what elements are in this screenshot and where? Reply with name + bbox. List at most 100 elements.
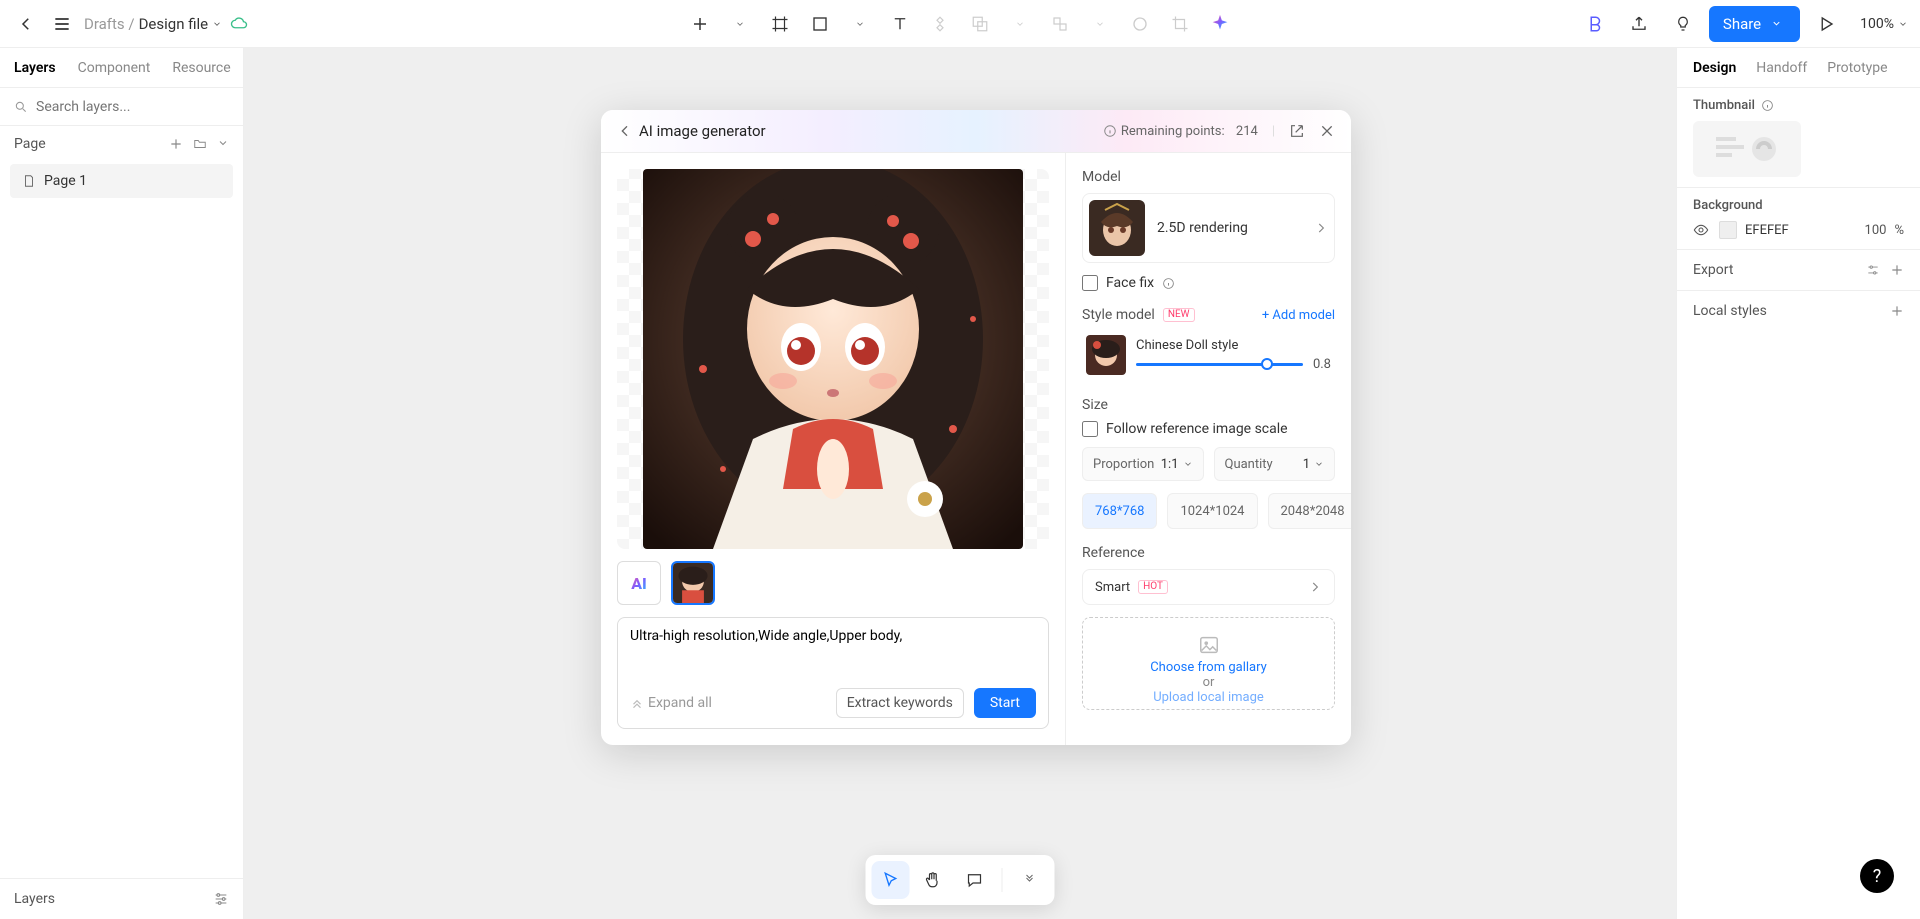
search-input[interactable] bbox=[36, 99, 229, 115]
pages-collapse-button[interactable] bbox=[217, 137, 229, 151]
bulb-icon-button[interactable] bbox=[1665, 6, 1701, 42]
frame-tool[interactable] bbox=[762, 6, 798, 42]
ai-generator-modal: AI image generator Remaining points: 214… bbox=[601, 110, 1351, 745]
thumbnail-section: Thumbnail bbox=[1677, 88, 1920, 188]
add-model-button[interactable]: + Add model bbox=[1262, 308, 1335, 323]
hand-tool[interactable] bbox=[914, 861, 952, 899]
info-icon bbox=[1761, 99, 1774, 112]
tab-design[interactable]: Design bbox=[1693, 60, 1736, 76]
popout-button[interactable] bbox=[1289, 123, 1305, 139]
layers-label: Layers bbox=[14, 891, 55, 907]
start-button[interactable]: Start bbox=[974, 688, 1036, 718]
style-weight-value: 0.8 bbox=[1313, 357, 1331, 372]
help-button[interactable]: ? bbox=[1860, 859, 1894, 893]
tab-component[interactable]: Component bbox=[78, 60, 151, 76]
visibility-toggle[interactable] bbox=[1693, 222, 1709, 238]
more-tools-dropdown[interactable] bbox=[1011, 861, 1049, 899]
layers-settings-button[interactable] bbox=[213, 891, 229, 907]
tab-handoff[interactable]: Handoff bbox=[1756, 60, 1807, 76]
chevron-down-icon bbox=[855, 19, 865, 29]
mask-tool-dropdown bbox=[1082, 6, 1118, 42]
upload-local-link[interactable]: Upload local image bbox=[1093, 690, 1324, 705]
export-settings-button[interactable] bbox=[1866, 263, 1880, 277]
style-weight-slider[interactable] bbox=[1136, 363, 1303, 366]
tab-resource[interactable]: Resource bbox=[172, 60, 230, 76]
shape-tool-dropdown[interactable] bbox=[842, 6, 878, 42]
zoom-dropdown[interactable]: 100% bbox=[1860, 16, 1908, 32]
model-name: 2.5D rendering bbox=[1157, 220, 1302, 236]
thumb-ai-blank[interactable]: AI bbox=[617, 561, 661, 605]
new-badge: NEW bbox=[1163, 308, 1195, 322]
share-icon-button[interactable] bbox=[1621, 6, 1657, 42]
file-name-dropdown[interactable]: Design file bbox=[139, 15, 209, 33]
zoom-value: 100% bbox=[1860, 16, 1894, 32]
layer-search[interactable] bbox=[0, 88, 243, 126]
boolean-tool-dropdown bbox=[1002, 6, 1038, 42]
thumb-generated-selected[interactable] bbox=[671, 561, 715, 605]
chevron-down-icon bbox=[735, 19, 745, 29]
reference-mode-select[interactable]: Smart HOT bbox=[1082, 569, 1335, 605]
ai-tool[interactable] bbox=[1202, 6, 1238, 42]
modal-back-button[interactable] bbox=[617, 123, 633, 139]
face-fix-checkbox[interactable]: Face fix bbox=[1082, 275, 1335, 291]
add-tool-dropdown[interactable] bbox=[722, 6, 758, 42]
chevron-down-icon bbox=[1183, 459, 1193, 469]
page-item[interactable]: Page 1 bbox=[10, 164, 233, 198]
add-local-style-button[interactable] bbox=[1890, 304, 1904, 318]
proportion-select[interactable]: Proportion 1:1 bbox=[1082, 447, 1204, 481]
bg-color-swatch[interactable] bbox=[1719, 221, 1737, 239]
pages-folder-icon[interactable] bbox=[193, 137, 207, 151]
reference-dropzone[interactable]: Choose from gallary or Upload local imag… bbox=[1082, 617, 1335, 710]
sliders-icon bbox=[1866, 263, 1880, 277]
cursor-tool[interactable] bbox=[872, 861, 910, 899]
add-page-button[interactable] bbox=[169, 137, 183, 151]
breadcrumb-prefix: Drafts / bbox=[84, 15, 135, 33]
quantity-select[interactable]: Quantity 1 bbox=[1214, 447, 1336, 481]
expand-all-button[interactable]: Expand all bbox=[630, 695, 712, 711]
modal-header: AI image generator Remaining points: 214… bbox=[601, 110, 1351, 153]
prompt-textarea[interactable] bbox=[630, 628, 1036, 682]
bottom-toolbar bbox=[866, 855, 1055, 905]
size-section-label: Size bbox=[1082, 397, 1335, 413]
crop-tool-disabled bbox=[1162, 6, 1198, 42]
chevron-down-icon bbox=[212, 19, 222, 29]
extract-keywords-button[interactable]: Extract keywords bbox=[836, 688, 964, 718]
tab-prototype[interactable]: Prototype bbox=[1827, 60, 1887, 76]
menu-button[interactable] bbox=[48, 10, 76, 38]
size-chip-2048[interactable]: 2048*2048 bbox=[1268, 493, 1352, 529]
generated-image bbox=[643, 169, 1023, 549]
add-tool[interactable] bbox=[682, 6, 718, 42]
or-text: or bbox=[1093, 675, 1324, 690]
bg-hex-value[interactable]: EFEFEF bbox=[1745, 223, 1857, 238]
tab-layers[interactable]: Layers bbox=[14, 60, 56, 76]
back-button[interactable] bbox=[12, 10, 40, 38]
shape-tool[interactable] bbox=[802, 6, 838, 42]
text-tool[interactable] bbox=[882, 6, 918, 42]
local-styles-label: Local styles bbox=[1693, 303, 1767, 319]
bg-opacity-value[interactable]: 100 bbox=[1865, 223, 1887, 238]
model-selector[interactable]: 2.5D rendering bbox=[1082, 193, 1335, 263]
style-model-row: Chinese Doll style 0.8 bbox=[1082, 331, 1335, 379]
pages-header: Page bbox=[0, 126, 243, 162]
add-export-button[interactable] bbox=[1890, 263, 1904, 277]
chevron-left-icon bbox=[617, 123, 633, 139]
follow-scale-checkbox[interactable]: Follow reference image scale bbox=[1082, 421, 1335, 437]
topbar-right: Share 100% bbox=[1577, 6, 1908, 42]
thumbnail-preview[interactable] bbox=[1693, 121, 1801, 177]
right-panel-tabs: Design Handoff Prototype bbox=[1677, 48, 1920, 88]
sliders-icon bbox=[213, 891, 229, 907]
boolean-tool-disabled bbox=[962, 6, 998, 42]
comment-tool[interactable] bbox=[956, 861, 994, 899]
topbar-left: Drafts / Design file bbox=[12, 10, 248, 38]
play-button[interactable] bbox=[1808, 6, 1844, 42]
share-button[interactable]: Share bbox=[1709, 6, 1800, 42]
b-logo-icon[interactable] bbox=[1577, 6, 1613, 42]
thumbnail-label: Thumbnail bbox=[1693, 98, 1755, 113]
thumbnail-strip: AI bbox=[617, 561, 1049, 605]
close-button[interactable] bbox=[1319, 123, 1335, 139]
size-chip-1024[interactable]: 1024*1024 bbox=[1167, 493, 1257, 529]
choose-gallery-link[interactable]: Choose from gallary bbox=[1093, 660, 1324, 675]
chevron-down-icon bbox=[1095, 19, 1105, 29]
size-chip-768[interactable]: 768*768 bbox=[1082, 493, 1157, 529]
right-panel: Design Handoff Prototype Thumbnail Backg… bbox=[1676, 48, 1920, 919]
